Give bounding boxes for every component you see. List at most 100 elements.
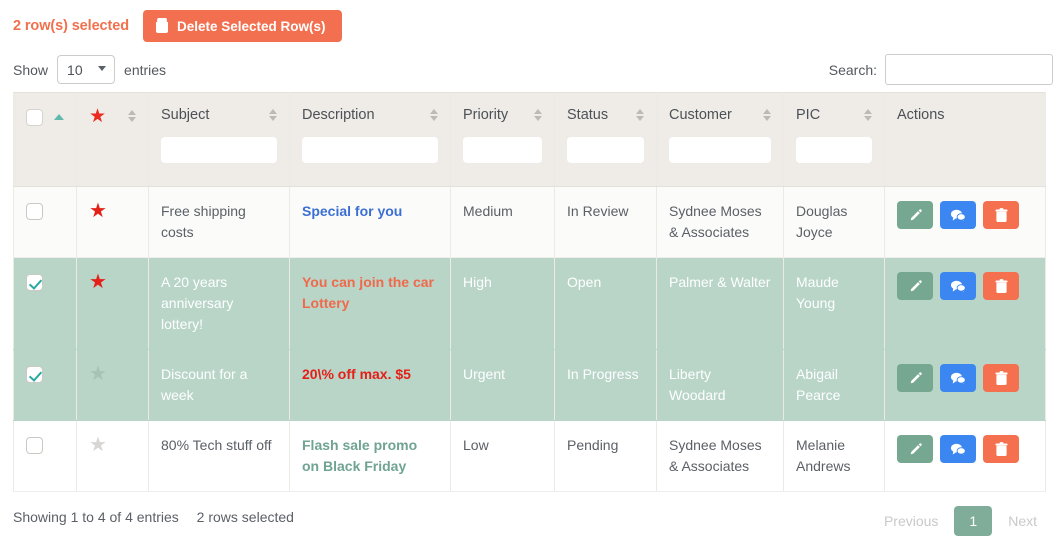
status-cell: Open — [554, 257, 657, 350]
filter-input-pic[interactable] — [796, 137, 872, 163]
sort-icon — [763, 109, 771, 121]
datatable-page: 2 row(s) selected Delete Selected Row(s)… — [0, 0, 1058, 555]
trash-icon — [155, 19, 168, 33]
filter-input-subject[interactable] — [161, 137, 277, 163]
edit-button[interactable] — [897, 364, 933, 392]
header-row: ★ Subject Description Priority Status Cu… — [13, 92, 1046, 187]
subject-cell: 80% Tech stuff off — [148, 420, 290, 492]
description-cell: Special for you — [289, 186, 451, 258]
delete-button[interactable] — [983, 272, 1019, 300]
trash-icon — [994, 441, 1008, 457]
description-cell: Flash sale promo on Black Friday — [289, 420, 451, 492]
customer-cell: Sydnee Moses & Associates — [656, 420, 784, 492]
row-select-checkbox[interactable] — [26, 437, 43, 454]
pencil-icon — [908, 371, 923, 386]
sort-icon — [269, 109, 277, 121]
customer-cell: Liberty Woodard — [656, 349, 784, 421]
filter-input-status[interactable] — [567, 137, 644, 163]
pencil-icon — [908, 442, 923, 457]
table-body: ★ Free shipping costs Special for you Mediu… — [13, 186, 1046, 492]
row-select-checkbox[interactable] — [26, 203, 43, 220]
filter-input-description[interactable] — [302, 137, 438, 163]
pagination-page-1[interactable]: 1 — [954, 506, 993, 536]
star-icon[interactable]: ★ — [89, 200, 107, 220]
table-row[interactable]: ★ A 20 years anniversary lottery! You can … — [13, 257, 1046, 350]
column-header-customer[interactable]: Customer — [656, 92, 784, 187]
table-row[interactable]: ★ Discount for a week 20\% off max. $5 Urge… — [13, 349, 1046, 421]
star-icon[interactable]: ★ — [89, 434, 107, 454]
table-info: Showing 1 to 4 of 4 entries 2 rows selec… — [13, 509, 294, 525]
row-select-checkbox[interactable] — [26, 274, 43, 291]
column-header-priority[interactable]: Priority — [450, 92, 555, 187]
selected-rows-info: 2 rows selected — [196, 509, 294, 525]
row-action-buttons — [897, 272, 1033, 300]
search-input[interactable] — [885, 54, 1053, 85]
delete-button[interactable] — [983, 364, 1019, 392]
column-header-description[interactable]: Description — [289, 92, 451, 187]
table-row[interactable]: ★ 80% Tech stuff off Flash sale promo on B… — [13, 420, 1046, 492]
comment-button[interactable] — [940, 435, 976, 463]
entries-per-page-select[interactable]: 10 25 50 100 — [57, 55, 116, 84]
priority-cell: Low — [450, 420, 555, 492]
column-label: Priority — [463, 107, 509, 123]
column-label: Subject — [161, 107, 210, 123]
pagination-previous[interactable]: Previous — [871, 506, 951, 536]
row-select-cell[interactable] — [13, 420, 77, 492]
status-cell: In Review — [554, 186, 657, 258]
favorite-cell[interactable]: ★ — [76, 349, 149, 421]
pic-cell: Douglas Joyce — [783, 186, 885, 258]
star-icon[interactable]: ★ — [89, 271, 107, 291]
column-label: Status — [567, 107, 609, 123]
pic-cell: Abigail Pearce — [783, 349, 885, 421]
data-table: ★ Subject Description Priority Status Cu… — [13, 92, 1046, 492]
row-select-cell[interactable] — [13, 257, 77, 350]
sort-icon — [864, 109, 872, 121]
pagination: Previous 1 Next — [871, 506, 1050, 536]
sort-ascending-icon — [54, 113, 64, 120]
column-header-pic[interactable]: PIC — [783, 92, 885, 187]
pencil-icon — [908, 279, 923, 294]
edit-button[interactable] — [897, 435, 933, 463]
table-row[interactable]: ★ Free shipping costs Special for you Mediu… — [13, 186, 1046, 258]
favorite-cell[interactable]: ★ — [76, 420, 149, 492]
column-header-subject[interactable]: Subject — [148, 92, 290, 187]
column-label: Description — [302, 107, 375, 123]
column-header-select[interactable] — [13, 92, 77, 187]
delete-button[interactable] — [983, 201, 1019, 229]
row-select-checkbox[interactable] — [26, 366, 43, 383]
pic-cell: Melanie Andrews — [783, 420, 885, 492]
delete-selected-rows-button[interactable]: Delete Selected Row(s) — [142, 10, 342, 42]
actions-cell — [884, 186, 1046, 258]
trash-icon — [994, 278, 1008, 294]
edit-button[interactable] — [897, 201, 933, 229]
trash-icon — [994, 370, 1008, 386]
length-menu-suffix: entries — [124, 61, 167, 78]
description-cell: You can join the car Lottery — [289, 257, 451, 350]
favorite-cell[interactable]: ★ — [76, 186, 149, 258]
pagination-next[interactable]: Next — [995, 506, 1050, 536]
column-header-favorite[interactable]: ★ — [76, 92, 149, 187]
row-select-cell[interactable] — [13, 186, 77, 258]
subject-cell: Free shipping costs — [148, 186, 290, 258]
comment-button[interactable] — [940, 201, 976, 229]
actions-cell — [884, 349, 1046, 421]
star-icon[interactable]: ★ — [89, 363, 107, 383]
search-label: Search: — [828, 61, 877, 78]
comment-button[interactable] — [940, 272, 976, 300]
priority-cell: Urgent — [450, 349, 555, 421]
filter-input-priority[interactable] — [463, 137, 542, 163]
priority-cell: Medium — [450, 186, 555, 258]
edit-button[interactable] — [897, 272, 933, 300]
column-label: Actions — [897, 107, 945, 123]
filter-input-customer[interactable] — [669, 137, 771, 163]
row-select-cell[interactable] — [13, 349, 77, 421]
chat-icon — [950, 208, 966, 223]
select-all-checkbox[interactable] — [26, 109, 43, 126]
column-label: PIC — [796, 107, 821, 123]
status-cell: In Progress — [554, 349, 657, 421]
delete-button[interactable] — [983, 435, 1019, 463]
comment-button[interactable] — [940, 364, 976, 392]
favorite-cell[interactable]: ★ — [76, 257, 149, 350]
subject-cell: Discount for a week — [148, 349, 290, 421]
column-header-status[interactable]: Status — [554, 92, 657, 187]
